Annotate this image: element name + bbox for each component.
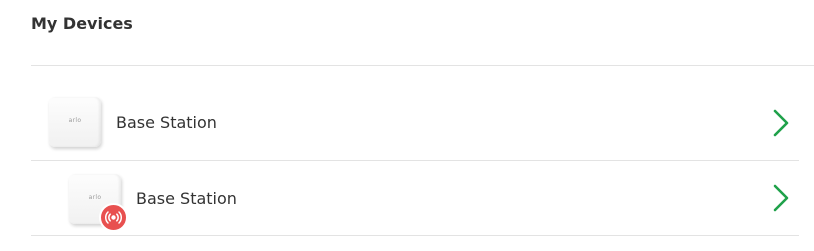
siren-alert-icon <box>99 203 128 232</box>
base-station-icon: arlo <box>49 97 101 147</box>
chevron-right-icon[interactable] <box>771 108 791 138</box>
my-devices-page: My Devices arlo Base Station arlo Base S… <box>0 0 814 251</box>
device-name: Base Station <box>136 189 237 208</box>
device-name: Base Station <box>116 113 217 132</box>
device-row-base-station[interactable]: arlo Base Station <box>31 86 799 161</box>
chevron-right-icon[interactable] <box>771 183 791 213</box>
device-row-base-station-alert[interactable]: arlo Base Station <box>31 161 799 236</box>
brand-logo: arlo <box>88 194 102 201</box>
brand-logo: arlo <box>68 117 82 124</box>
section-title: My Devices <box>31 14 133 33</box>
divider <box>31 65 814 66</box>
